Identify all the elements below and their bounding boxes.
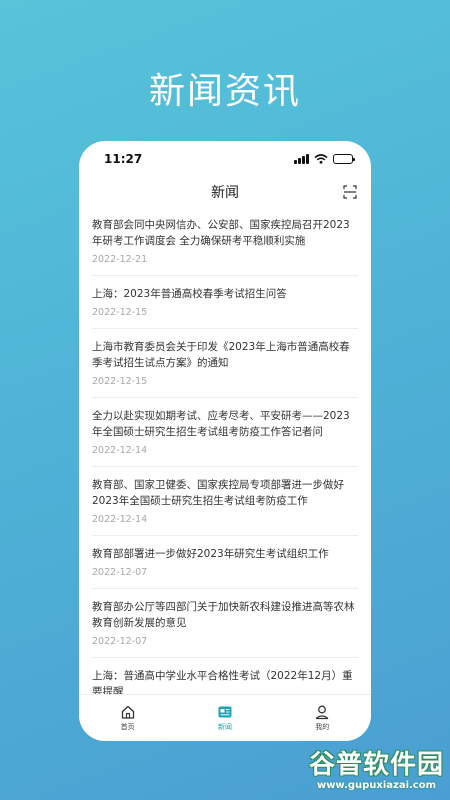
news-date: 2022-12-21 [92, 254, 148, 265]
tab-label-news: 新闻 [217, 723, 232, 731]
tab-profile[interactable]: 我的 [274, 695, 371, 741]
signal-icon [294, 154, 309, 164]
news-title: 上海市教育委员会关于印发《2023年上海市普通高校春季考试招生试点方案》的通知 [92, 341, 350, 369]
news-title: 上海：2023年普通高校春季考试招生问答 [92, 288, 287, 300]
status-bar: 11:27 [79, 141, 371, 177]
nav-header: 新闻 [79, 177, 371, 207]
news-item[interactable]: 教育部部署进一步做好2023年研究生考试组织工作 2022-12-07 [92, 536, 358, 589]
watermark-logo: 谷普软件园 [308, 750, 444, 780]
phone-frame: 11:27 新闻 教育部会同中央网信办、公安部、国家疾控局召开2023年研考工作… [79, 141, 371, 741]
news-title: 全力以赴实现如期考试、应考尽考、平安研考——2023年全国硕士研究生招生考试组考… [92, 410, 350, 438]
news-item[interactable]: 教育部、国家卫健委、国家疾控局专项部署进一步做好2023年全国硕士研究生招生考试… [92, 467, 358, 536]
news-item[interactable]: 教育部会同中央网信办、公安部、国家疾控局召开2023年研考工作调度会 全力确保研… [92, 207, 358, 276]
watermark: 谷普软件园 www.gupuxiazai.com [309, 750, 444, 792]
news-list: 教育部会同中央网信办、公安部、国家疾控局召开2023年研考工作调度会 全力确保研… [79, 207, 371, 694]
watermark-url: www.gupuxiazai.com [316, 780, 437, 791]
scan-icon[interactable] [343, 185, 357, 199]
news-icon [218, 706, 232, 718]
news-title: 教育部、国家卫健委、国家疾控局专项部署进一步做好2023年全国硕士研究生招生考试… [92, 479, 344, 507]
news-title: 教育部部署进一步做好2023年研究生考试组织工作 [92, 548, 329, 560]
news-title: 教育部会同中央网信办、公安部、国家疾控局召开2023年研考工作调度会 全力确保研… [92, 219, 350, 247]
promo-title: 新闻资讯 [148, 71, 301, 112]
tab-label-profile: 我的 [315, 723, 330, 731]
tab-label-home: 首页 [120, 723, 135, 731]
status-time: 11:27 [104, 152, 143, 166]
tab-news[interactable]: 新闻 [176, 695, 273, 741]
news-item[interactable]: 上海市教育委员会关于印发《2023年上海市普通高校春季考试招生试点方案》的通知 … [92, 329, 358, 398]
news-date: 2022-12-15 [92, 307, 148, 318]
news-date: 2022-12-14 [92, 514, 148, 525]
news-item[interactable]: 教育部办公厅等四部门关于加快新农科建设推进高等农林教育创新发展的意见 2022-… [92, 589, 358, 658]
battery-icon [333, 154, 355, 164]
profile-icon [315, 705, 329, 720]
page-title: 新闻 [211, 185, 239, 201]
news-item[interactable]: 上海：普通高中学业水平合格性考试（2022年12月）重要提醒 [92, 658, 358, 694]
tab-bar: 首页 新闻 我的 [79, 694, 371, 741]
news-item[interactable]: 上海：2023年普通高校春季考试招生问答 2022-12-15 [92, 276, 358, 329]
news-date: 2022-12-07 [92, 636, 148, 647]
news-item[interactable]: 全力以赴实现如期考试、应考尽考、平安研考——2023年全国硕士研究生招生考试组考… [92, 398, 358, 467]
news-date: 2022-12-07 [92, 567, 148, 578]
news-date: 2022-12-14 [92, 445, 148, 456]
news-title: 教育部办公厅等四部门关于加快新农科建设推进高等农林教育创新发展的意见 [92, 601, 355, 629]
status-icons [294, 154, 355, 164]
home-icon [121, 705, 134, 719]
news-title: 上海：普通高中学业水平合格性考试（2022年12月）重要提醒 [92, 670, 353, 694]
wifi-icon [314, 154, 328, 164]
tab-home[interactable]: 首页 [79, 695, 176, 741]
news-date: 2022-12-15 [92, 376, 148, 387]
